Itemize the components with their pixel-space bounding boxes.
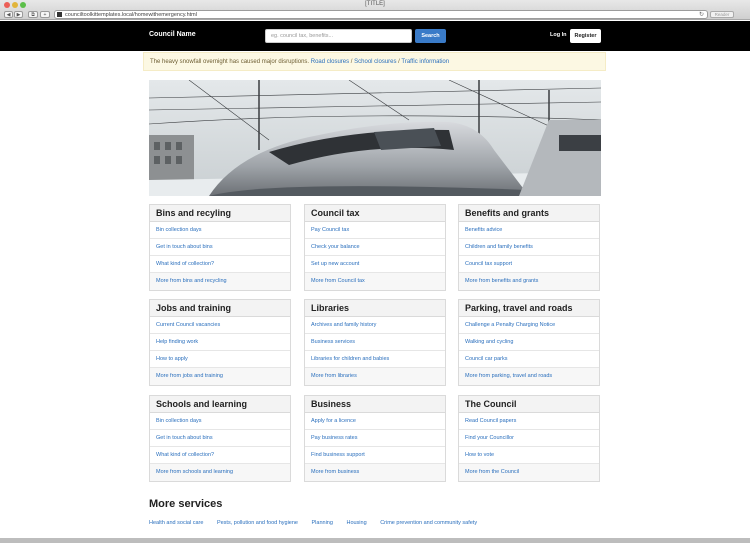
service-card: Council tax Pay Council tax Check your bal…	[304, 204, 446, 291]
service-card-link[interactable]: Check your balance	[305, 239, 445, 256]
forward-arrow-icon[interactable]: ▶	[14, 11, 23, 18]
service-card-title: Business	[305, 396, 445, 413]
service-card-title: Council tax	[305, 205, 445, 222]
service-card-link[interactable]: Current Council vacancies	[150, 317, 290, 334]
alert-link-road-closures[interactable]: Road closures	[311, 59, 349, 65]
service-card-more-link[interactable]: More from libraries	[305, 368, 445, 385]
service-card-link[interactable]: Walking and cycling	[459, 334, 599, 351]
add-tab-icon[interactable]: +	[40, 11, 50, 18]
bottom-scroll-area	[0, 538, 750, 543]
favicon-icon	[57, 12, 62, 17]
service-card: Benefits and grants Benefits advice Childr…	[458, 204, 600, 291]
service-card-title: Bins and recyling	[150, 205, 290, 222]
service-card-link[interactable]: Read Council papers	[459, 413, 599, 430]
more-services-link[interactable]: Housing	[346, 520, 366, 526]
service-card: Libraries Archives and family history Busi…	[304, 299, 446, 386]
back-arrow-icon[interactable]: ◀	[4, 11, 13, 18]
address-bar[interactable]: counciltoolkittemplates.local/homewithem…	[54, 10, 708, 19]
service-card: The Council Read Council papers Find your …	[458, 395, 600, 482]
url-text: counciltoolkittemplates.local/homewithem…	[65, 12, 197, 18]
service-card-title: Parking, travel and roads	[459, 300, 599, 317]
service-card-title: Libraries	[305, 300, 445, 317]
service-card: Jobs and training Current Council vacanci…	[149, 299, 291, 386]
service-card-more-link[interactable]: More from parking, travel and roads	[459, 368, 599, 385]
alert-link-school-closures[interactable]: School closures	[354, 59, 396, 65]
more-services-links: Health and social care Pests, pollution …	[149, 520, 489, 526]
service-card-link[interactable]: What kind of collection?	[150, 447, 290, 464]
service-card-more-link[interactable]: More from jobs and training	[150, 368, 290, 385]
service-card: Business Apply for a licence Pay business …	[304, 395, 446, 482]
service-card-link[interactable]: Council car parks	[459, 351, 599, 368]
service-card-link[interactable]: Get in touch about bins	[150, 239, 290, 256]
service-card-link[interactable]: Pay business rates	[305, 430, 445, 447]
service-card-link[interactable]: Apply for a licence	[305, 413, 445, 430]
more-services-link[interactable]: Health and social care	[149, 520, 203, 526]
more-services-link[interactable]: Crime prevention and community safety	[380, 520, 477, 526]
login-link[interactable]: Log In	[550, 32, 567, 38]
service-card-link[interactable]: Business services	[305, 334, 445, 351]
service-card-title: Jobs and training	[150, 300, 290, 317]
service-card-link[interactable]: Bin collection days	[150, 413, 290, 430]
service-card-link[interactable]: Benefits advice	[459, 222, 599, 239]
site-header: Council Name eg. council tax, benefits..…	[0, 21, 750, 51]
service-card-link[interactable]: Find business support	[305, 447, 445, 464]
service-card-more-link[interactable]: More from business	[305, 464, 445, 481]
service-card-more-link[interactable]: More from schools and learning	[150, 464, 290, 481]
service-card-link[interactable]: Council tax support	[459, 256, 599, 273]
service-card-link[interactable]: Archives and family history	[305, 317, 445, 334]
service-card-title: Benefits and grants	[459, 205, 599, 222]
service-card: Bins and recyling Bin collection days Get …	[149, 204, 291, 291]
reader-button[interactable]: Reader	[710, 11, 734, 18]
service-card-link[interactable]: Libraries for children and babies	[305, 351, 445, 368]
hero-image	[149, 80, 601, 196]
service-card: Parking, travel and roads Challenge a Pen…	[458, 299, 600, 386]
more-services-link[interactable]: Planning	[312, 520, 333, 526]
share-icon[interactable]: ⧉	[28, 11, 38, 18]
service-card-link[interactable]: How to apply	[150, 351, 290, 368]
service-card-link[interactable]: How to vote	[459, 447, 599, 464]
service-card-link[interactable]: Find your Councillor	[459, 430, 599, 447]
search-button[interactable]: Search	[415, 29, 446, 43]
service-card-link[interactable]: Set up new account	[305, 256, 445, 273]
service-card-link[interactable]: Children and family benefits	[459, 239, 599, 256]
more-services-heading: More services	[149, 498, 223, 510]
service-card-link[interactable]: Help finding work	[150, 334, 290, 351]
search-input[interactable]: eg. council tax, benefits...	[265, 29, 412, 43]
site-brand[interactable]: Council Name	[149, 31, 196, 38]
service-card-more-link[interactable]: More from benefits and grants	[459, 273, 599, 290]
service-card-more-link[interactable]: More from the Council	[459, 464, 599, 481]
browser-chrome: [TITLE] ◀ ▶ ⧉ + counciltoolkittemplates.…	[0, 0, 750, 20]
service-card-title: The Council	[459, 396, 599, 413]
emergency-alert: The heavy snowfall overnight has caused …	[143, 52, 606, 71]
service-card-link[interactable]: Pay Council tax	[305, 222, 445, 239]
window-title: [TITLE]	[365, 1, 385, 7]
reload-icon[interactable]: ↻	[699, 11, 704, 19]
alert-link-traffic-information[interactable]: Traffic information	[401, 59, 449, 65]
alert-text: The heavy snowfall overnight has caused …	[150, 59, 310, 65]
register-button[interactable]: Register	[570, 29, 601, 43]
alert-separator: /	[350, 59, 353, 65]
service-card-more-link[interactable]: More from Council tax	[305, 273, 445, 290]
service-card-title: Schools and learning	[150, 396, 290, 413]
more-services-link[interactable]: Pests, pollution and food hygiene	[217, 520, 298, 526]
service-card-link[interactable]: What kind of collection?	[150, 256, 290, 273]
service-card-more-link[interactable]: More from bins and recycling	[150, 273, 290, 290]
service-card-link[interactable]: Get in touch about bins	[150, 430, 290, 447]
service-card-link[interactable]: Bin collection days	[150, 222, 290, 239]
service-card: Schools and learning Bin collection days G…	[149, 395, 291, 482]
alert-separator: /	[398, 59, 400, 65]
service-card-link[interactable]: Challenge a Penalty Charging Notice	[459, 317, 599, 334]
